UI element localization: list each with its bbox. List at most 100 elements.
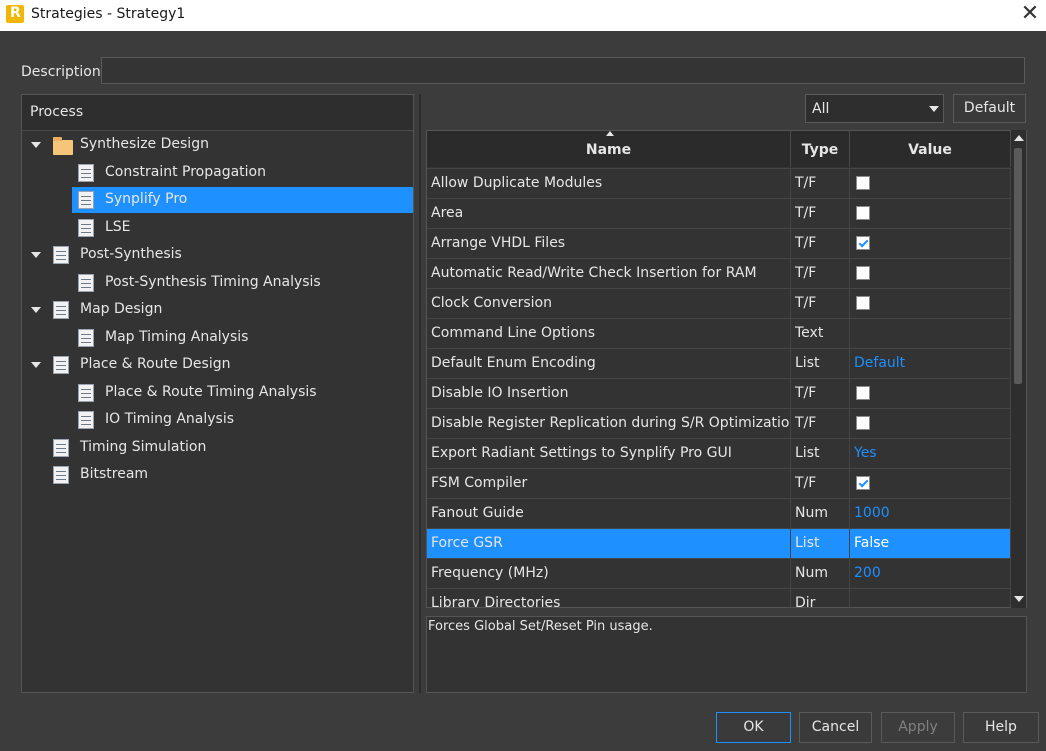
value-checkbox[interactable] bbox=[856, 386, 870, 400]
value-checkbox[interactable] bbox=[856, 476, 870, 490]
grid-header: Name Type Value bbox=[427, 131, 1012, 167]
table-row[interactable]: Force GSR List False bbox=[427, 528, 1012, 558]
table-row[interactable]: Clock Conversion T/F bbox=[427, 288, 1012, 318]
filter-dropdown[interactable]: All bbox=[805, 94, 944, 123]
setting-value-cell[interactable] bbox=[850, 259, 1011, 288]
strategy-doc-icon bbox=[53, 439, 69, 457]
strategy-doc-icon bbox=[78, 384, 94, 402]
grid-vertical-scrollbar[interactable] bbox=[1011, 130, 1026, 608]
setting-value-cell[interactable] bbox=[850, 169, 1011, 198]
setting-name-cell: Frequency (MHz) bbox=[427, 559, 791, 588]
process-tree-item-label: Post-Synthesis bbox=[80, 246, 182, 262]
setting-value-cell[interactable]: Default bbox=[850, 349, 1011, 378]
value-checkbox[interactable] bbox=[856, 266, 870, 280]
setting-value-cell[interactable] bbox=[850, 199, 1011, 228]
setting-value-cell[interactable]: False bbox=[850, 529, 1011, 558]
table-row[interactable]: Allow Duplicate Modules T/F bbox=[427, 168, 1012, 198]
description-input[interactable] bbox=[101, 57, 1025, 84]
setting-type-cell: List bbox=[791, 349, 850, 378]
scroll-up-icon[interactable] bbox=[1014, 135, 1024, 141]
column-header-type[interactable]: Type bbox=[791, 131, 850, 167]
process-tree-item-label: Post-Synthesis Timing Analysis bbox=[105, 274, 321, 290]
setting-name-cell: Disable IO Insertion bbox=[427, 379, 791, 408]
table-row[interactable]: Fanout Guide Num 1000 bbox=[427, 498, 1012, 528]
apply-button[interactable]: Apply bbox=[881, 712, 955, 743]
setting-value-cell[interactable] bbox=[850, 379, 1011, 408]
setting-type-cell: Num bbox=[791, 559, 850, 588]
setting-type-cell: T/F bbox=[791, 259, 850, 288]
setting-value-cell[interactable]: Yes bbox=[850, 439, 1011, 468]
setting-name-cell: Clock Conversion bbox=[427, 289, 791, 318]
sort-ascending-icon bbox=[606, 131, 614, 136]
column-header-name[interactable]: Name bbox=[427, 131, 791, 167]
expand-triangle-icon[interactable] bbox=[31, 252, 41, 258]
process-tree-item-label: Synthesize Design bbox=[80, 136, 209, 152]
process-tree-item-label: IO Timing Analysis bbox=[105, 411, 235, 427]
process-tree-item-label: Synplify Pro bbox=[105, 191, 188, 207]
expand-triangle-icon[interactable] bbox=[31, 142, 41, 148]
setting-value-cell[interactable] bbox=[850, 409, 1011, 438]
setting-value-cell[interactable]: 200 bbox=[850, 559, 1011, 588]
strategy-doc-icon bbox=[53, 301, 69, 319]
value-checkbox[interactable] bbox=[856, 416, 870, 430]
table-row[interactable]: Command Line Options Text bbox=[427, 318, 1012, 348]
setting-type-cell: T/F bbox=[791, 379, 850, 408]
setting-value-cell[interactable] bbox=[850, 229, 1011, 258]
setting-name-cell: Library Directories bbox=[427, 589, 791, 607]
table-row[interactable]: Automatic Read/Write Check Insertion for… bbox=[427, 258, 1012, 288]
table-row[interactable]: Arrange VHDL Files T/F bbox=[427, 228, 1012, 258]
description-help-box: Forces Global Set/Reset Pin usage. bbox=[426, 616, 1027, 693]
value-checkbox[interactable] bbox=[856, 206, 870, 220]
setting-name-cell: FSM Compiler bbox=[427, 469, 791, 498]
setting-type-cell: T/F bbox=[791, 169, 850, 198]
setting-name-cell: Area bbox=[427, 199, 791, 228]
settings-grid: Name Type Value Allow Duplicate Modules T… bbox=[426, 130, 1027, 608]
process-header: Process bbox=[22, 95, 413, 131]
value-checkbox[interactable] bbox=[856, 236, 870, 250]
ok-button[interactable]: OK bbox=[716, 712, 791, 743]
process-tree-item-label: Place & Route Design bbox=[80, 356, 231, 372]
setting-type-cell: Dir bbox=[791, 589, 850, 607]
table-row[interactable]: Library Directories Dir bbox=[427, 588, 1012, 607]
setting-name-cell: Automatic Read/Write Check Insertion for… bbox=[427, 259, 791, 288]
setting-type-cell: T/F bbox=[791, 409, 850, 438]
scroll-thumb[interactable] bbox=[1014, 148, 1022, 384]
setting-value-cell[interactable] bbox=[850, 589, 1011, 607]
setting-type-cell: List bbox=[791, 439, 850, 468]
process-tree-item-label: Map Design bbox=[80, 301, 163, 317]
table-row[interactable]: Default Enum Encoding List Default bbox=[427, 348, 1012, 378]
setting-type-cell: List bbox=[791, 529, 850, 558]
setting-value-cell[interactable] bbox=[850, 289, 1011, 318]
column-header-value[interactable]: Value bbox=[850, 131, 1011, 167]
table-row[interactable]: Frequency (MHz) Num 200 bbox=[427, 558, 1012, 588]
panel-splitter[interactable] bbox=[419, 94, 421, 693]
default-button[interactable]: Default bbox=[953, 94, 1026, 123]
table-row[interactable]: FSM Compiler T/F bbox=[427, 468, 1012, 498]
setting-value-cell[interactable] bbox=[850, 469, 1011, 498]
close-icon[interactable]: ✕ bbox=[1016, 1, 1044, 29]
scroll-down-icon[interactable] bbox=[1014, 596, 1024, 602]
setting-value-cell[interactable]: 1000 bbox=[850, 499, 1011, 528]
setting-type-cell: Num bbox=[791, 499, 850, 528]
window-title: Strategies - Strategy1 bbox=[31, 6, 186, 22]
strategy-doc-icon bbox=[78, 329, 94, 347]
cancel-button[interactable]: Cancel bbox=[799, 712, 872, 743]
setting-name-cell: Arrange VHDL Files bbox=[427, 229, 791, 258]
filter-value: All bbox=[812, 101, 830, 117]
strategy-doc-icon bbox=[78, 219, 94, 237]
help-button[interactable]: Help bbox=[963, 712, 1039, 743]
process-tree-item-label: Timing Simulation bbox=[80, 439, 207, 455]
table-row[interactable]: Area T/F bbox=[427, 198, 1012, 228]
title-bar: R Strategies - Strategy1 ✕ bbox=[0, 0, 1046, 31]
value-checkbox[interactable] bbox=[856, 296, 870, 310]
expand-triangle-icon[interactable] bbox=[31, 307, 41, 313]
setting-type-cell: T/F bbox=[791, 289, 850, 318]
table-row[interactable]: Disable Register Replication during S/R … bbox=[427, 408, 1012, 438]
table-row[interactable]: Export Radiant Settings to Synplify Pro … bbox=[427, 438, 1012, 468]
setting-value-cell[interactable] bbox=[850, 319, 1011, 348]
table-row[interactable]: Disable IO Insertion T/F bbox=[427, 378, 1012, 408]
value-checkbox[interactable] bbox=[856, 176, 870, 190]
setting-type-cell: Text bbox=[791, 319, 850, 348]
strategy-doc-icon bbox=[53, 466, 69, 484]
expand-triangle-icon[interactable] bbox=[31, 362, 41, 368]
